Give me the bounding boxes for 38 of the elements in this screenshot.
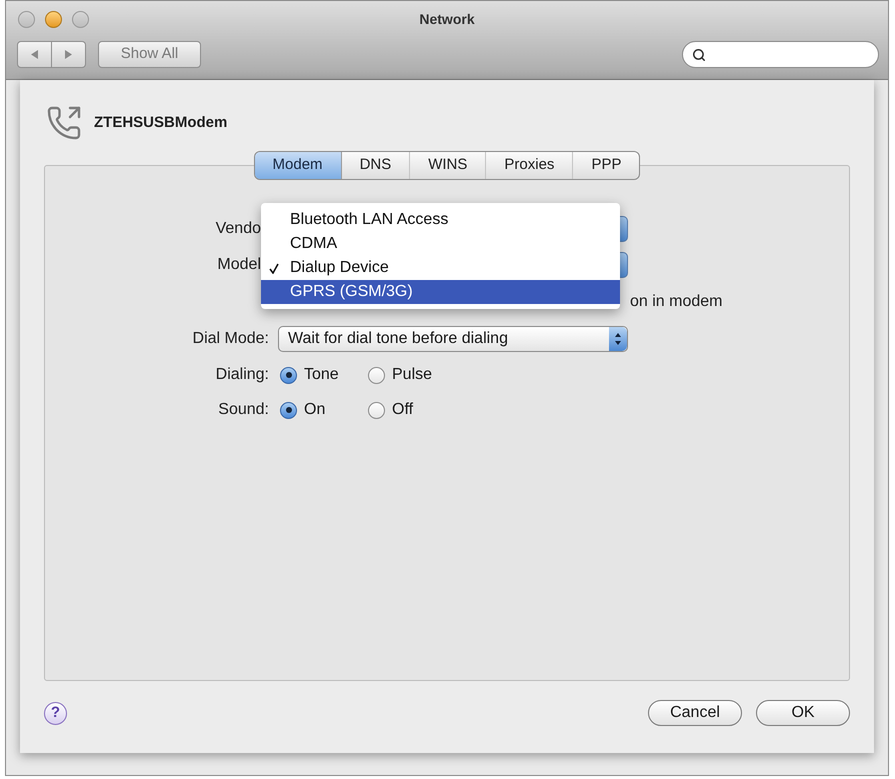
model-label: Model — [216, 255, 262, 275]
radio-option[interactable]: Tone — [280, 363, 368, 387]
tab[interactable]: Proxies — [486, 152, 574, 179]
dial-mode-popup[interactable]: Wait for dial tone before dialing — [278, 326, 628, 352]
dialing-label: Dialing: — [214, 365, 269, 385]
forward-arrow-icon — [65, 50, 72, 59]
window-close-icon[interactable] — [18, 10, 35, 28]
sound-label: Sound: — [217, 400, 269, 420]
dialog-button[interactable]: OK — [756, 700, 850, 726]
window-title: Network — [419, 10, 475, 28]
stepper-arrows-icon — [609, 326, 627, 350]
vendor-label: Vendo — [214, 219, 262, 239]
dial-mode-label: Dial Mode: — [192, 328, 269, 348]
tab[interactable]: Modem — [254, 152, 342, 179]
search-icon — [692, 48, 706, 62]
tab[interactable]: DNS — [342, 152, 410, 179]
radio-option[interactable]: On — [280, 398, 368, 422]
back-arrow-icon — [31, 50, 38, 59]
dialog-button[interactable]: Cancel — [648, 700, 742, 726]
interface-name: ZTEHSUSBModem — [94, 113, 228, 134]
popup-button-edge[interactable] — [620, 252, 628, 278]
menu-item[interactable]: GPRS (GSM/3G) — [261, 280, 620, 304]
menu-item[interactable]: Bluetooth LAN Access — [261, 208, 620, 232]
radio-option[interactable]: Off — [368, 398, 456, 422]
phone-icon — [46, 105, 82, 141]
radio-option[interactable]: Pulse — [368, 363, 456, 387]
forward-button[interactable] — [52, 41, 86, 68]
tab[interactable]: WINS — [410, 152, 486, 179]
tab[interactable]: PPP — [573, 152, 640, 179]
checkbox-label: on in modem — [630, 292, 722, 312]
menu-item[interactable]: CDMA — [261, 232, 620, 256]
back-button[interactable] — [17, 41, 52, 68]
menu-item[interactable]: Dialup Device — [261, 256, 620, 280]
window-minimize-icon[interactable] — [45, 10, 62, 28]
help-button[interactable]: ? — [44, 702, 67, 724]
search-field[interactable] — [682, 41, 879, 68]
window-zoom-icon[interactable] — [72, 10, 89, 28]
popup-button-edge[interactable] — [620, 216, 628, 242]
